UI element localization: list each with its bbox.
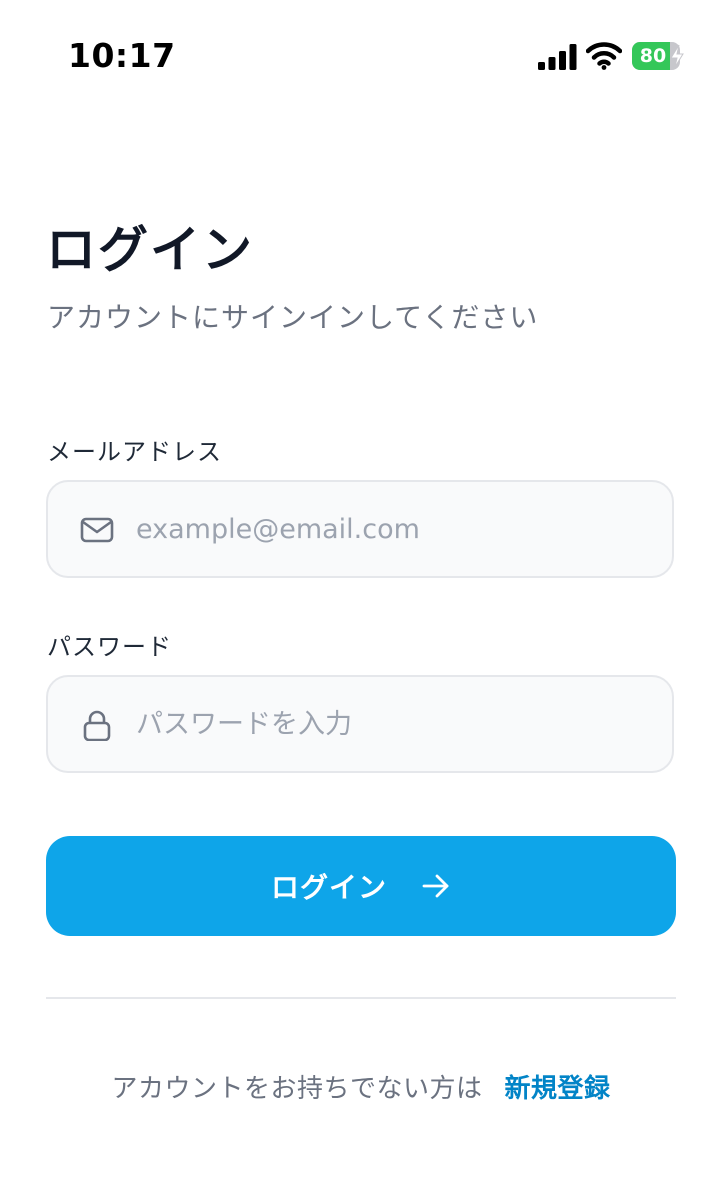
charging-bolt-icon — [670, 44, 684, 68]
cellular-signal-icon — [538, 44, 577, 70]
status-time: 10:17 — [68, 36, 176, 75]
battery-icon: 80 — [632, 42, 686, 70]
wifi-icon — [586, 42, 622, 70]
signup-link[interactable]: 新規登録 — [505, 1074, 611, 1104]
email-label: メールアドレス — [47, 438, 222, 466]
mail-icon — [80, 517, 114, 543]
signup-row: アカウントをお持ちでない方は 新規登録 — [0, 1068, 722, 1105]
status-bar: 10:17 80 — [0, 0, 722, 110]
page-subtitle: アカウントにサインインしてください — [47, 301, 539, 334]
login-button[interactable]: ログイン — [46, 836, 676, 936]
divider — [46, 997, 676, 999]
arrow-right-icon — [422, 874, 449, 898]
page-title: ログイン — [46, 221, 254, 279]
lock-icon — [83, 710, 111, 741]
email-input[interactable] — [136, 482, 656, 576]
signup-prompt: アカウントをお持ちでない方は — [111, 1074, 483, 1104]
email-field[interactable] — [46, 480, 674, 578]
password-label: パスワード — [47, 633, 172, 661]
password-input[interactable] — [136, 677, 656, 771]
login-button-label: ログイン — [270, 872, 387, 903]
password-field[interactable] — [46, 675, 674, 773]
